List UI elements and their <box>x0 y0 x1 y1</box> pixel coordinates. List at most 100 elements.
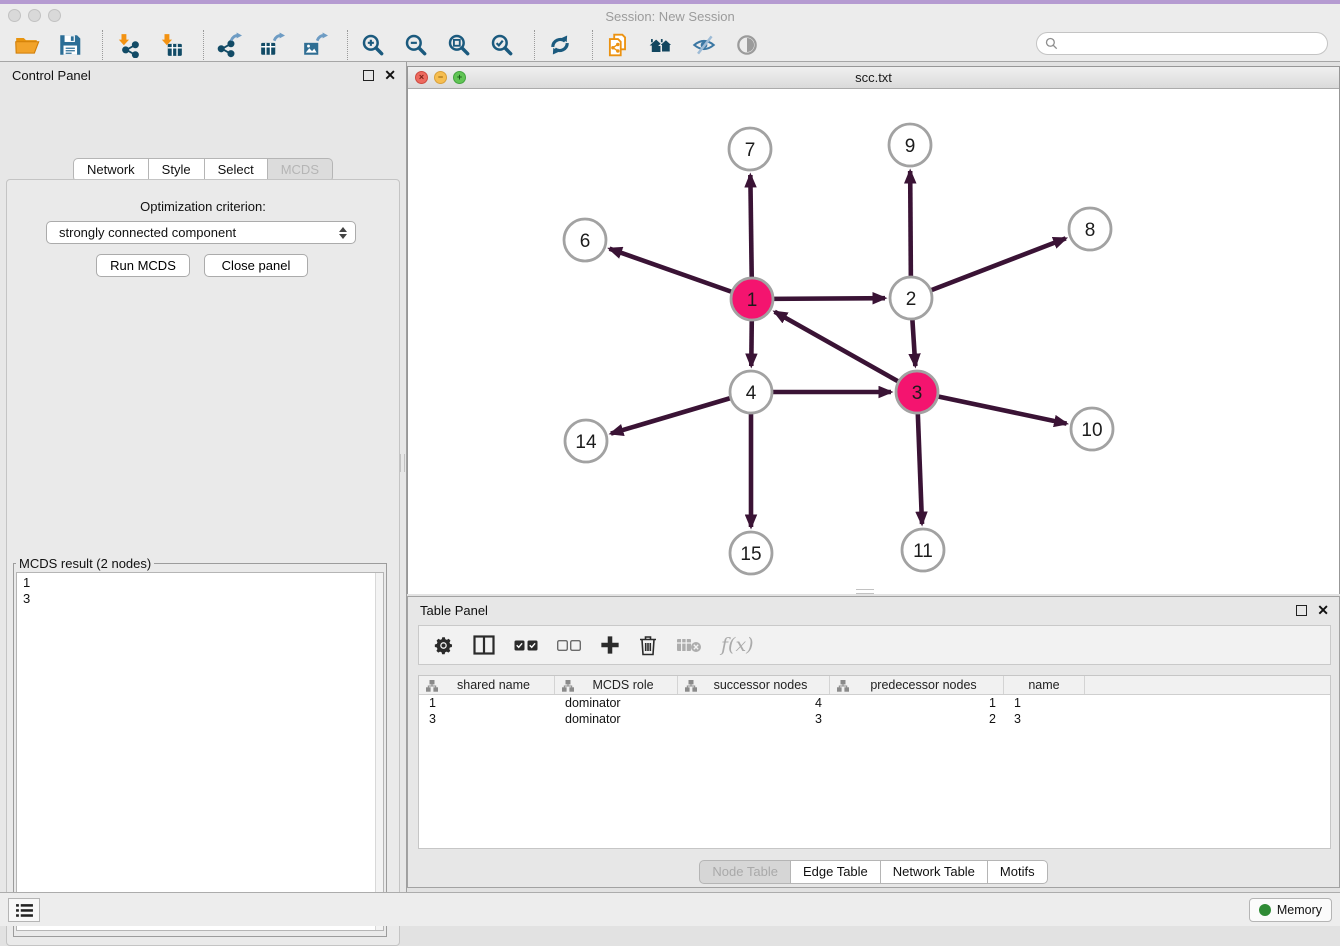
graph-node-4[interactable]: 4 <box>730 371 772 413</box>
cell-shared-name[interactable]: 3 <box>419 711 555 727</box>
column-header-MCDS-role[interactable]: MCDS role <box>555 676 678 694</box>
close-panel-icon[interactable]: ✕ <box>384 68 396 82</box>
network-minimize-button[interactable]: − <box>434 71 447 84</box>
minimize-window-button[interactable] <box>28 9 41 22</box>
column-header-successor-nodes[interactable]: successor nodes <box>678 676 830 694</box>
split-pane-button[interactable] <box>473 632 495 658</box>
float-panel-icon[interactable] <box>363 70 374 81</box>
graph-edge-4-14[interactable] <box>611 397 734 433</box>
network-window-titlebar[interactable]: × − + scc.txt <box>408 67 1339 89</box>
column-header-name[interactable]: name <box>1004 676 1085 694</box>
mcds-result-group: MCDS result (2 nodes) 1 3 <box>13 556 387 937</box>
network-canvas[interactable]: 7 9 6 8 1 2 4 3 14 10 15 11 <box>408 89 1339 594</box>
graph-node-10[interactable]: 10 <box>1071 408 1113 450</box>
table-settings-button[interactable] <box>433 632 454 658</box>
cell-shared-name[interactable]: 1 <box>419 695 555 711</box>
deselect-all-checkboxes-button[interactable] <box>557 632 581 658</box>
graph-edge-2-3[interactable] <box>912 316 915 366</box>
table-row[interactable]: 3dominator323 <box>419 711 1330 727</box>
criterion-dropdown[interactable]: strongly connected component <box>46 221 356 244</box>
import-table-button[interactable] <box>156 31 186 59</box>
run-mcds-button[interactable]: Run MCDS <box>96 254 190 277</box>
graph-node-7[interactable]: 7 <box>729 128 771 170</box>
cell-predecessor-nodes[interactable]: 2 <box>830 711 1004 727</box>
zoom-out-button[interactable] <box>401 31 431 59</box>
hide-graphics-details-button[interactable] <box>689 31 719 59</box>
graph-node-8[interactable]: 8 <box>1069 208 1111 250</box>
graph-node-15[interactable]: 15 <box>730 532 772 574</box>
import-network-button[interactable] <box>113 31 143 59</box>
cell-MCDS-role[interactable]: dominator <box>555 711 678 727</box>
graph-edge-3-1[interactable] <box>775 312 902 383</box>
tab-edge-table[interactable]: Edge Table <box>791 860 881 884</box>
column-header-predecessor-nodes[interactable]: predecessor nodes <box>830 676 1004 694</box>
export-image-button[interactable] <box>300 31 330 59</box>
svg-text:15: 15 <box>740 544 761 565</box>
graph-node-11[interactable]: 11 <box>902 529 944 571</box>
graph-node-14[interactable]: 14 <box>565 420 607 462</box>
graph-edge-2-8[interactable] <box>928 238 1066 291</box>
open-session-button[interactable] <box>12 31 42 59</box>
column-header-shared-name[interactable]: shared name <box>419 676 555 694</box>
graph-edge-1-2[interactable] <box>770 298 885 299</box>
graph-node-6[interactable]: 6 <box>564 219 606 261</box>
apply-layout-button[interactable] <box>545 31 575 59</box>
delete-table-button[interactable] <box>676 632 702 658</box>
graph-edge-2-9[interactable] <box>910 171 911 280</box>
main-toolbar <box>0 28 1340 62</box>
tab-node-table[interactable]: Node Table <box>699 860 791 884</box>
maximize-window-button[interactable] <box>48 9 61 22</box>
export-network-button[interactable] <box>214 31 244 59</box>
memory-button[interactable]: Memory <box>1249 898 1332 922</box>
graph-node-2[interactable]: 2 <box>890 277 932 319</box>
table-toolbar: f(x) <box>418 625 1331 665</box>
graph-node-1[interactable]: 1 <box>731 278 773 320</box>
cell-MCDS-role[interactable]: dominator <box>555 695 678 711</box>
zoom-in-button[interactable] <box>358 31 388 59</box>
float-panel-icon[interactable] <box>1296 605 1307 616</box>
save-session-button[interactable] <box>55 31 85 59</box>
task-history-button[interactable] <box>8 898 40 922</box>
tab-network-table[interactable]: Network Table <box>881 860 988 884</box>
node-table-header: shared name MCDS role successor nodes pr… <box>419 676 1330 695</box>
add-column-button[interactable] <box>600 632 620 658</box>
table-row[interactable]: 1dominator411 <box>419 695 1330 711</box>
graph-edge-1-4[interactable] <box>751 317 752 366</box>
zoom-fit-button[interactable] <box>444 31 474 59</box>
mcds-result-list[interactable]: 1 3 <box>16 572 384 931</box>
home-button[interactable] <box>646 31 676 59</box>
network-graph[interactable]: 7 9 6 8 1 2 4 3 14 10 15 11 <box>408 89 1339 594</box>
network-close-button[interactable]: × <box>415 71 428 84</box>
table-panel-title: Table Panel <box>420 603 1296 618</box>
zoom-selected-button[interactable] <box>487 31 517 59</box>
graph-node-3[interactable]: 3 <box>896 371 938 413</box>
clone-network-button[interactable] <box>603 31 633 59</box>
graph-edge-1-6[interactable] <box>610 249 736 293</box>
graph-edge-1-7[interactable] <box>750 175 751 281</box>
vertical-splitter-grip[interactable] <box>400 454 405 472</box>
graph-edge-3-11[interactable] <box>918 410 922 524</box>
tab-motifs[interactable]: Motifs <box>988 860 1048 884</box>
control-panel: Control Panel ✕ NetworkStyleSelectMCDS O… <box>0 62 407 892</box>
delete-column-button[interactable] <box>639 632 657 658</box>
cell-successor-nodes[interactable]: 4 <box>678 695 830 711</box>
graph-edge-3-10[interactable] <box>935 396 1067 424</box>
cell-name[interactable]: 1 <box>1004 695 1085 711</box>
close-panel-icon[interactable]: ✕ <box>1317 603 1329 617</box>
horizontal-splitter-grip[interactable] <box>856 589 874 594</box>
window-controls <box>8 9 61 22</box>
close-window-button[interactable] <box>8 9 21 22</box>
select-all-checkboxes-button[interactable] <box>514 632 538 658</box>
network-maximize-button[interactable]: + <box>453 71 466 84</box>
cell-name[interactable]: 3 <box>1004 711 1085 727</box>
cell-successor-nodes[interactable]: 3 <box>678 711 830 727</box>
result-node-id: 3 <box>17 591 383 607</box>
export-table-button[interactable] <box>257 31 287 59</box>
graph-node-9[interactable]: 9 <box>889 124 931 166</box>
close-panel-button[interactable]: Close panel <box>204 254 308 277</box>
result-scrollbar[interactable] <box>375 573 383 930</box>
cell-predecessor-nodes[interactable]: 1 <box>830 695 1004 711</box>
function-builder-button[interactable]: f(x) <box>721 632 754 658</box>
search-input[interactable] <box>1058 33 1327 54</box>
show-graphics-details-button[interactable] <box>732 31 762 59</box>
